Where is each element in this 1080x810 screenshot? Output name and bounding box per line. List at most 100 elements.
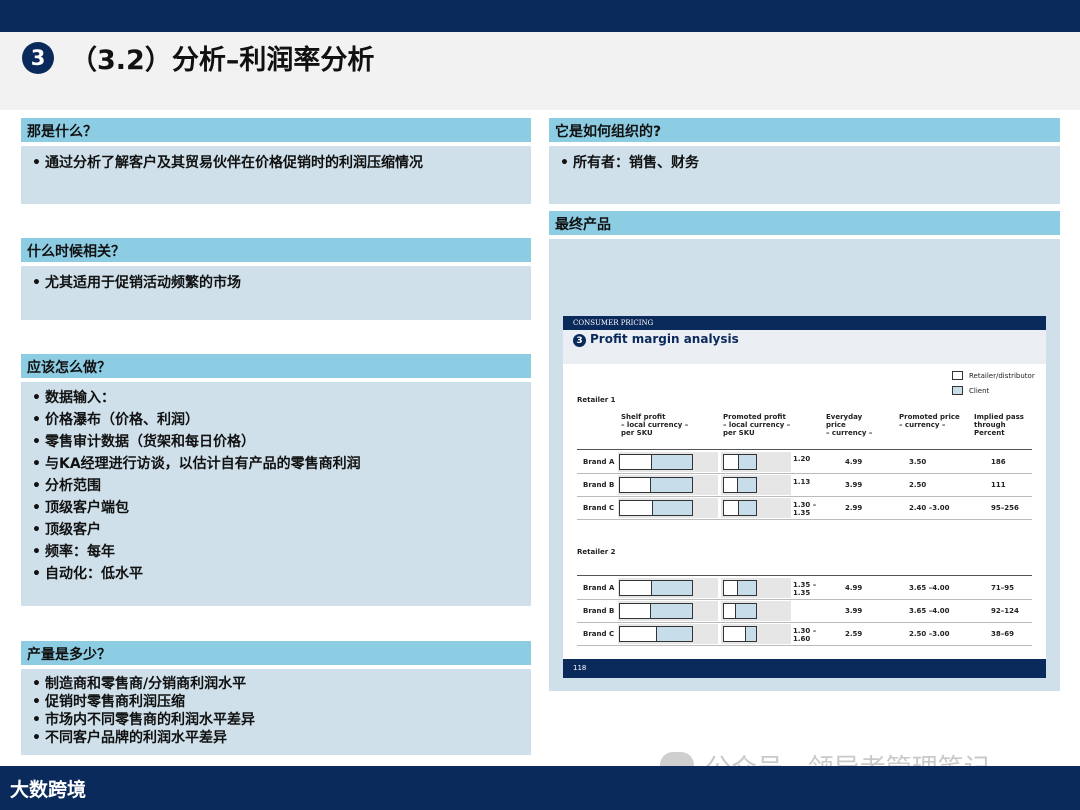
promoted-profit-bar xyxy=(723,626,757,642)
ratio-value: 1.30 – 1.60 xyxy=(793,627,817,643)
promoted-price: 2.40 –3.00 xyxy=(909,504,950,512)
ratio-value: 1.35 – 1.35 xyxy=(793,581,817,597)
legend-client-label: Client xyxy=(969,387,990,395)
everyday-price: 2.59 xyxy=(845,630,863,638)
when-box: 尤其适用于促销活动频繁的市场 xyxy=(21,266,531,320)
output-header: 产量是多少？ xyxy=(21,641,531,665)
promoted-price: 2.50 –3.00 xyxy=(909,630,950,638)
pass-through: 95–256 xyxy=(991,504,1019,512)
what-box: 通过分析了解客户及其贸易伙伴在价格促销时的利润压缩情况 xyxy=(21,146,531,204)
what-item: 通过分析了解客户及其贸易伙伴在价格促销时的利润压缩情况 xyxy=(29,152,523,174)
retailer-label: Retailer 1 xyxy=(577,396,616,404)
promoted-profit-client-fill xyxy=(735,604,756,618)
row-divider xyxy=(577,599,1032,600)
column-header: Implied pass through Percent xyxy=(974,413,1024,437)
how-item: 分析范围 xyxy=(29,475,523,497)
final-header: 最终产品 xyxy=(549,211,1060,235)
everyday-price: 4.99 xyxy=(845,584,863,592)
promoted-price: 3.65 –4.00 xyxy=(909,584,950,592)
how-item: 价格瀑布（价格、利润） xyxy=(29,409,523,431)
legend-client-swatch xyxy=(952,386,963,395)
what-header: 那是什么？ xyxy=(21,118,531,142)
how-box: 数据输入： 价格瀑布（价格、利润） 零售审计数据（货架和每日价格） 与KA经理进… xyxy=(21,382,531,606)
pass-through: 71–95 xyxy=(991,584,1014,592)
shelf-profit-bar xyxy=(619,500,693,516)
how-item: 自动化：低水平 xyxy=(29,563,523,585)
promoted-profit-client-fill xyxy=(737,478,756,492)
shelf-profit-client-fill xyxy=(652,501,692,515)
pass-through: 92–124 xyxy=(991,607,1019,615)
slide-band: CONSUMER PRICING xyxy=(563,316,1046,330)
how-item: 顶级客户 xyxy=(29,519,523,541)
output-item: 制造商和零售商/分销商利润水平 xyxy=(29,675,523,693)
shelf-profit-client-fill xyxy=(650,604,692,618)
promoted-price: 3.50 xyxy=(909,458,927,466)
pass-through: 38–69 xyxy=(991,630,1014,638)
shelf-profit-client-fill xyxy=(650,455,692,469)
embedded-slide: CONSUMER PRICING 3 Profit margin analysi… xyxy=(563,316,1046,678)
ratio-value: 1.30 – 1.35 xyxy=(793,501,817,517)
brand-label: Brand B xyxy=(583,481,615,489)
pass-through: 186 xyxy=(991,458,1006,466)
title-number-badge: 3 xyxy=(22,42,54,74)
org-box: 所有者：销售、财务 xyxy=(549,146,1060,204)
how-item: 频率：每年 xyxy=(29,541,523,563)
promoted-profit-bar xyxy=(723,500,757,516)
pass-through: 111 xyxy=(991,481,1006,489)
promoted-profit-client-fill xyxy=(744,627,756,641)
promoted-profit-bar xyxy=(723,454,757,470)
brand-label: Brand C xyxy=(583,504,615,512)
shelf-profit-client-fill xyxy=(656,627,692,641)
promoted-price: 2.50 xyxy=(909,481,927,489)
promoted-profit-bar xyxy=(723,603,757,619)
how-item: 顶级客户端包 xyxy=(29,497,523,519)
output-item: 市场内不同零售商的利润水平差异 xyxy=(29,711,523,729)
slide-page-number: 118 xyxy=(563,659,1046,678)
ratio-value: 1.20 xyxy=(793,455,811,463)
bottom-bar xyxy=(0,766,1080,810)
how-item: 数据输入： xyxy=(29,387,523,409)
slide-title: Profit margin analysis xyxy=(590,332,739,346)
brand-label: Brand A xyxy=(583,584,615,592)
promoted-profit-client-fill xyxy=(738,455,756,469)
how-item: 与KA经理进行访谈，以估计自有产品的零售商利润 xyxy=(29,453,523,475)
brand-label: Brand A xyxy=(583,458,615,466)
everyday-price: 2.99 xyxy=(845,504,863,512)
brand-label: Brand C xyxy=(583,630,615,638)
how-header: 应该怎么做？ xyxy=(21,354,531,378)
row-divider xyxy=(577,449,1032,450)
shelf-profit-bar xyxy=(619,626,693,642)
promoted-profit-client-fill xyxy=(738,501,756,515)
output-item: 促销时零售商利润压缩 xyxy=(29,693,523,711)
row-divider xyxy=(577,575,1032,576)
row-divider xyxy=(577,496,1032,497)
row-divider xyxy=(577,519,1032,520)
ratio-value: 1.13 xyxy=(793,478,811,486)
shelf-profit-client-fill xyxy=(650,581,692,595)
everyday-price: 4.99 xyxy=(845,458,863,466)
shelf-profit-client-fill xyxy=(650,478,692,492)
when-item: 尤其适用于促销活动频繁的市场 xyxy=(29,272,523,294)
slide-number-badge: 3 xyxy=(573,334,586,347)
output-box: 制造商和零售商/分销商利润水平 促销时零售商利润压缩 市场内不同零售商的利润水平… xyxy=(21,669,531,755)
brand-label: Brand B xyxy=(583,607,615,615)
legend-retailer-label: Retailer/distributor xyxy=(969,372,1035,380)
legend-retailer-swatch xyxy=(952,371,963,380)
org-item: 所有者：销售、财务 xyxy=(557,152,1052,174)
row-divider xyxy=(577,622,1032,623)
shelf-profit-bar xyxy=(619,454,693,470)
brand-logo: 大数跨境 xyxy=(10,779,87,801)
retailer-label: Retailer 2 xyxy=(577,548,616,556)
top-bar xyxy=(0,0,1080,32)
shelf-profit-bar xyxy=(619,580,693,596)
shelf-profit-bar xyxy=(619,477,693,493)
column-header: Shelf profit – local currency – per SKU xyxy=(621,413,689,437)
everyday-price: 3.99 xyxy=(845,481,863,489)
shelf-profit-bar xyxy=(619,603,693,619)
column-header: Promoted profit – local currency – per S… xyxy=(723,413,791,437)
promoted-price: 3.65 –4.00 xyxy=(909,607,950,615)
column-header: Promoted price – currency – xyxy=(899,413,960,429)
row-divider xyxy=(577,473,1032,474)
everyday-price: 3.99 xyxy=(845,607,863,615)
when-header: 什么时候相关？ xyxy=(21,238,531,262)
